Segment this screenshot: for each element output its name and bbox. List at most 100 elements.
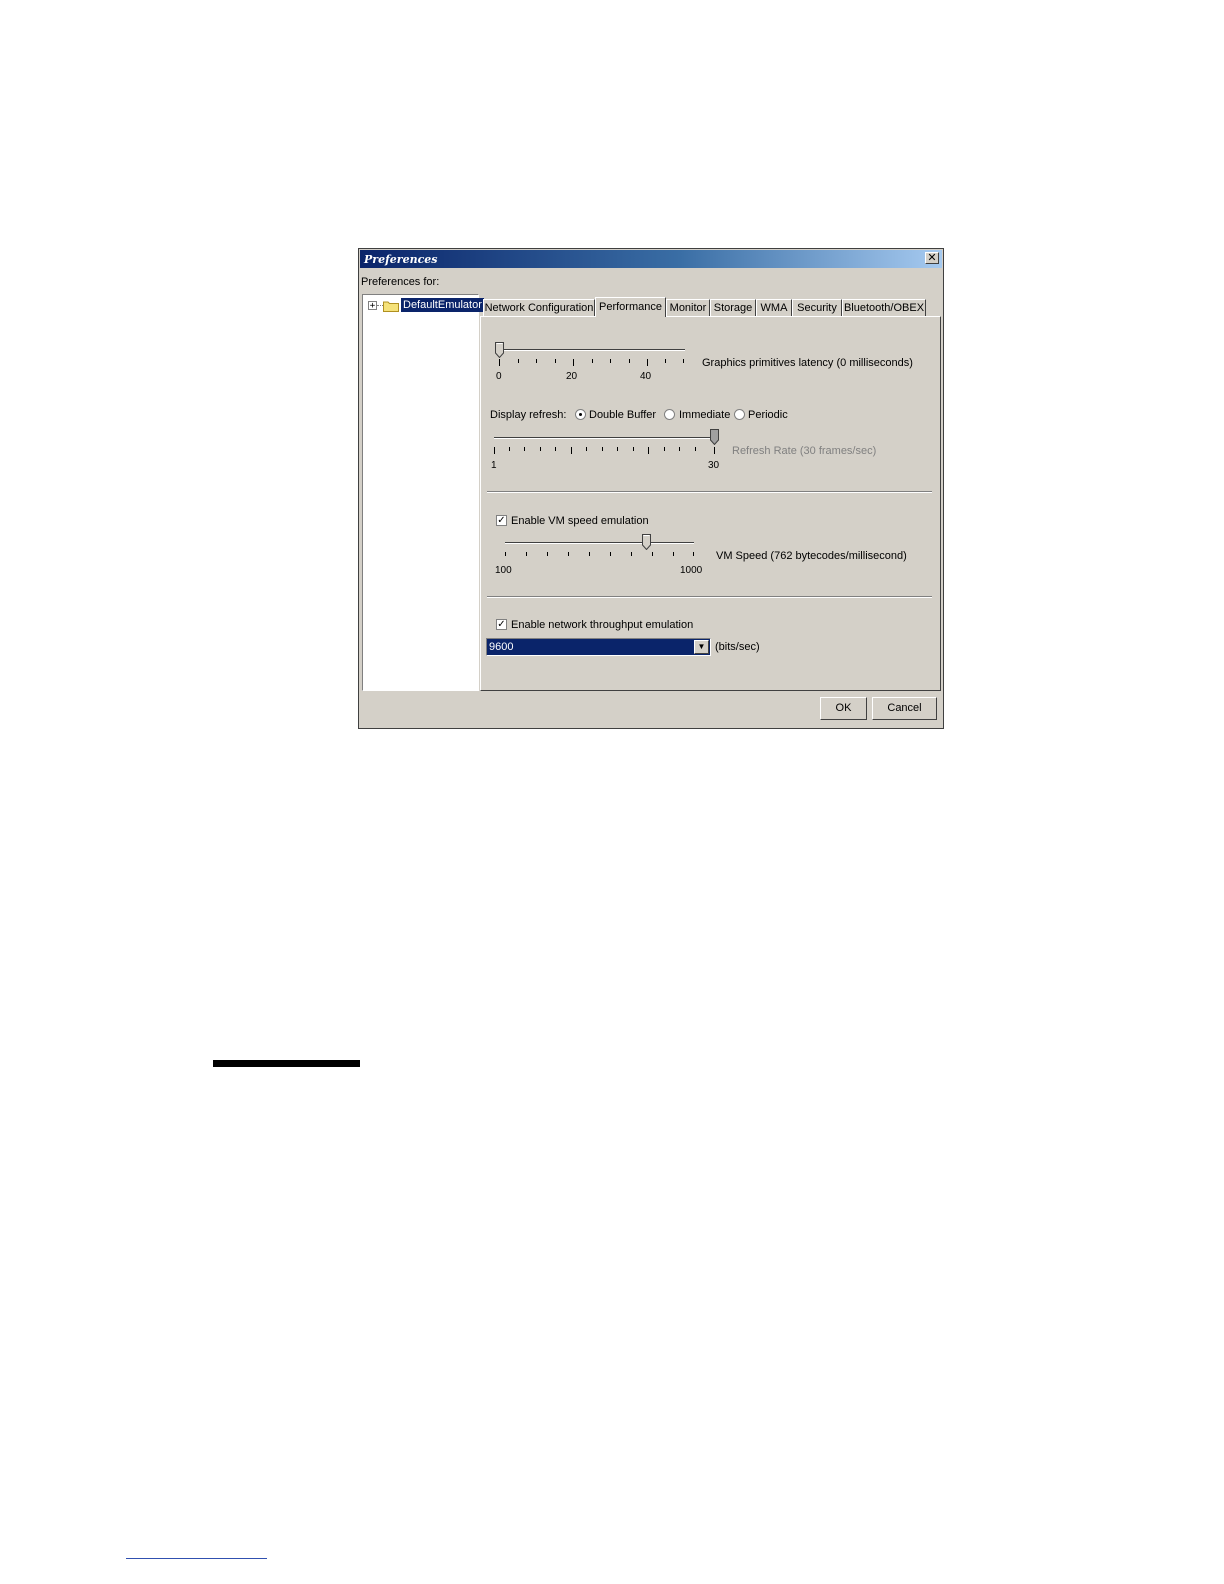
device-tree[interactable]: + DefaultEmulator — [362, 294, 484, 691]
section-rule — [213, 1060, 360, 1067]
tick — [664, 447, 665, 451]
tick — [683, 359, 684, 363]
tick — [573, 359, 574, 366]
tab-wma[interactable]: WMA — [756, 299, 792, 316]
tick — [540, 447, 541, 451]
tick — [629, 359, 630, 363]
radio-double-buffer-label[interactable]: Double Buffer — [589, 409, 656, 421]
slider-thumb[interactable] — [495, 342, 504, 358]
slider-track — [494, 437, 718, 439]
tick-label: 1000 — [680, 565, 703, 576]
tick-label: 30 — [708, 460, 720, 471]
dropdown-arrow-icon[interactable]: ▼ — [694, 640, 709, 654]
slider-thumb[interactable] — [710, 429, 719, 445]
ok-button[interactable]: OK — [820, 697, 867, 720]
close-button[interactable]: ✕ — [925, 252, 939, 264]
title-bar[interactable]: Preferences ✕ — [360, 250, 942, 268]
tick — [568, 552, 569, 556]
tick — [648, 447, 649, 454]
check-icon: ✓ — [497, 515, 506, 526]
tab-bluetooth-obex[interactable]: Bluetooth/OBEX — [842, 299, 926, 316]
dialog-title: Preferences — [364, 253, 438, 266]
radio-immediate[interactable] — [664, 409, 675, 420]
tab-performance[interactable]: Performance — [595, 297, 666, 317]
bits-per-sec-label: (bits/sec) — [715, 641, 760, 653]
tick — [695, 447, 696, 451]
arrow-glyph: ▼ — [697, 642, 706, 651]
tick — [602, 447, 603, 451]
tick-label: 100 — [495, 565, 512, 576]
tree-expander-icon[interactable]: + — [368, 301, 377, 311]
check-icon: ✓ — [497, 619, 506, 630]
tab-storage[interactable]: Storage — [710, 299, 756, 316]
tick — [586, 447, 587, 451]
tick — [547, 552, 548, 556]
tick — [673, 552, 674, 556]
tick — [652, 552, 653, 556]
cancel-button[interactable]: Cancel — [872, 697, 937, 720]
tick-label: 1 — [491, 460, 497, 471]
tick — [665, 359, 666, 363]
slider-thumb[interactable] — [642, 534, 651, 550]
tick — [571, 447, 572, 454]
close-icon: ✕ — [927, 252, 937, 264]
tick — [509, 447, 510, 451]
preferences-dialog: Preferences ✕ Preferences for: + Default… — [358, 248, 944, 729]
tick-label: 0 — [496, 371, 502, 382]
tick — [524, 447, 525, 451]
throughput-select-value: 9600 — [489, 641, 514, 653]
tick — [555, 359, 556, 363]
footer-link-rule — [126, 1558, 267, 1559]
tick — [592, 359, 593, 363]
slider-track — [497, 349, 685, 351]
refresh-rate-label: Refresh Rate (30 frames/sec) — [732, 445, 877, 457]
radio-immediate-label[interactable]: Immediate — [679, 409, 730, 421]
tick — [610, 359, 611, 363]
tick — [693, 552, 694, 556]
tick — [617, 447, 618, 451]
tick — [505, 552, 506, 556]
slider-track — [505, 542, 694, 544]
performance-panel: 0 20 40 Graphics primitives latency (0 m… — [480, 316, 941, 691]
tick — [536, 359, 537, 363]
tick — [555, 447, 556, 451]
tree-node-default-emulator[interactable]: DefaultEmulator — [401, 298, 484, 312]
tick — [526, 552, 527, 556]
tab-label: Monitor — [669, 302, 707, 314]
vm-speed-label: VM Speed (762 bytecodes/millisecond) — [716, 550, 907, 562]
vm-speed-checkbox[interactable]: ✓ — [496, 515, 507, 526]
radio-double-buffer[interactable] — [575, 409, 586, 420]
cancel-button-label: Cancel — [887, 702, 922, 714]
tab-security[interactable]: Security — [792, 299, 842, 316]
tab-monitor[interactable]: Monitor — [666, 299, 710, 316]
display-refresh-label: Display refresh: — [490, 409, 567, 421]
tick — [647, 359, 648, 366]
network-throughput-checkbox[interactable]: ✓ — [496, 619, 507, 630]
ok-button-label: OK — [835, 702, 852, 714]
tick — [633, 447, 634, 451]
tab-label: Storage — [713, 302, 753, 314]
tick — [714, 447, 715, 454]
network-throughput-checkbox-label[interactable]: Enable network throughput emulation — [511, 619, 693, 631]
throughput-select[interactable]: 9600 ▼ — [486, 638, 711, 656]
tick-label: 20 — [566, 371, 578, 382]
tick — [499, 359, 500, 366]
tab-label: Security — [797, 302, 837, 314]
tick — [631, 552, 632, 556]
tab-network-configuration[interactable]: Network Configuration — [483, 299, 595, 316]
separator — [487, 491, 932, 493]
radio-periodic-label[interactable]: Periodic — [748, 409, 788, 421]
radio-periodic[interactable] — [734, 409, 745, 420]
tab-label: Performance — [599, 301, 662, 313]
tick — [610, 552, 611, 556]
tab-label: WMA — [760, 302, 788, 314]
separator — [487, 596, 932, 598]
vm-speed-checkbox-label[interactable]: Enable VM speed emulation — [511, 515, 649, 527]
tick — [589, 552, 590, 556]
tick — [518, 359, 519, 363]
tick-label: 40 — [640, 371, 652, 382]
tick — [679, 447, 680, 451]
preferences-for-label: Preferences for: — [361, 276, 440, 288]
latency-label: Graphics primitives latency (0 milliseco… — [702, 357, 913, 369]
folder-icon — [383, 301, 399, 312]
